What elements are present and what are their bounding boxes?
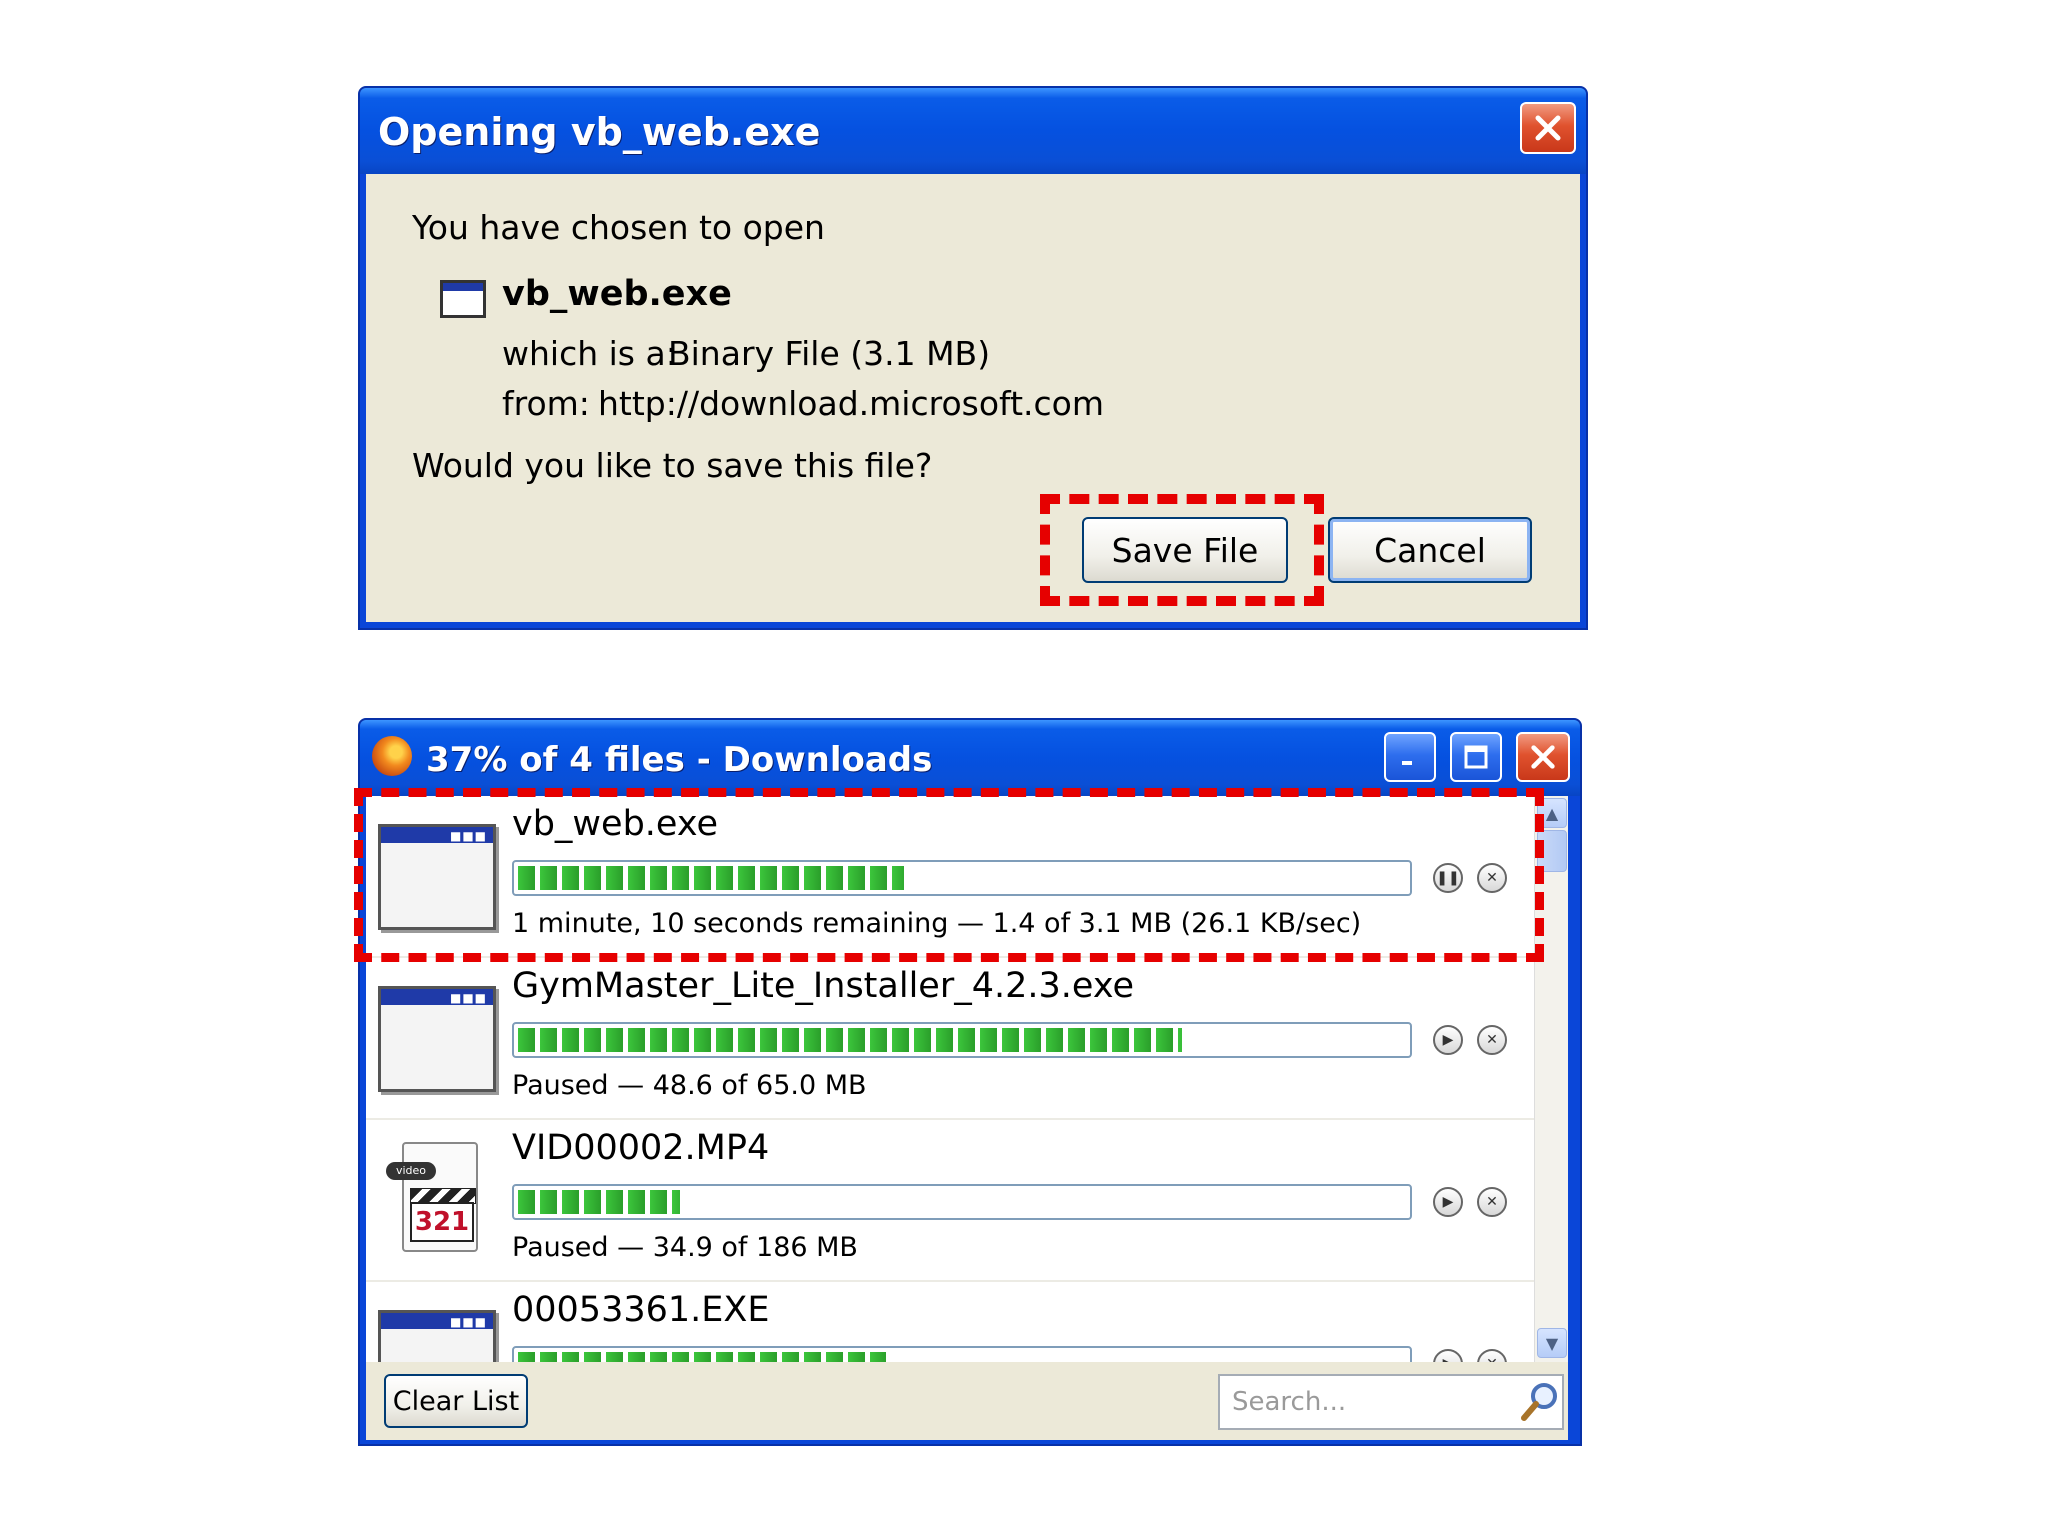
- resume-icon: ▶: [1442, 1032, 1454, 1048]
- cancel-icon: ✕: [1486, 870, 1498, 886]
- firefox-icon: [372, 736, 412, 776]
- file-source-label: from:: [502, 384, 590, 423]
- download-progress-fill: [518, 1190, 681, 1214]
- scroll-down-button[interactable]: ▼: [1537, 1328, 1567, 1358]
- exe-icon: ■■■: [378, 986, 496, 1092]
- download-name: VID00002.MP4: [512, 1128, 770, 1168]
- cancel-download-button[interactable]: ✕: [1477, 1025, 1507, 1055]
- cancel-download-button[interactable]: ✕: [1477, 1187, 1507, 1217]
- download-name: vb_web.exe: [512, 804, 719, 844]
- downloads-window: 37% of 4 files - Downloads ■■■ vb_web.ex…: [358, 718, 1582, 1446]
- dialog-close-button[interactable]: [1520, 102, 1576, 154]
- cancel-button[interactable]: Cancel: [1328, 517, 1532, 583]
- download-progress-fill: [518, 1352, 887, 1362]
- minimize-button[interactable]: [1384, 732, 1436, 782]
- download-item[interactable]: ■■■ vb_web.exe 1 minute, 10 seconds rema…: [366, 796, 1534, 958]
- pause-icon: ❚❚: [1436, 870, 1460, 886]
- chevron-down-icon: ▼: [1545, 1333, 1559, 1353]
- dialog-title: Opening vb_web.exe: [378, 110, 821, 154]
- list-scrollbar[interactable]: ▲ ▼: [1534, 796, 1568, 1362]
- cancel-download-button[interactable]: ✕: [1477, 1349, 1507, 1362]
- file-icon: [440, 280, 486, 318]
- download-status: Paused — 48.6 of 65.0 MB: [512, 1070, 867, 1101]
- dialog-titlebar[interactable]: Opening vb_web.exe: [360, 88, 1586, 174]
- download-name: GymMaster_Lite_Installer_4.2.3.exe: [512, 966, 1134, 1006]
- download-progress-bar: [512, 1022, 1412, 1058]
- downloads-close-button[interactable]: [1516, 732, 1570, 782]
- close-icon: [1531, 745, 1555, 769]
- downloads-footer: Clear List Search...: [366, 1362, 1568, 1440]
- download-name: 00053361.EXE: [512, 1290, 770, 1330]
- search-icon[interactable]: [1518, 1380, 1562, 1424]
- dialog-filename: vb_web.exe: [502, 274, 732, 314]
- video-digits: 321: [410, 1202, 474, 1242]
- download-progress-bar: [512, 1184, 1412, 1220]
- cancel-icon: ✕: [1486, 1194, 1498, 1210]
- minimize-icon: [1402, 761, 1412, 765]
- exe-icon: ■■■: [378, 1310, 496, 1362]
- download-progress-bar: [512, 1346, 1412, 1362]
- scroll-up-button[interactable]: ▲: [1537, 798, 1567, 828]
- chevron-up-icon: ▲: [1545, 803, 1559, 823]
- downloads-title: 37% of 4 files - Downloads: [426, 740, 933, 780]
- download-item[interactable]: video 321 VID00002.MP4 Paused — 34.9 of …: [366, 1120, 1534, 1282]
- download-status: Paused — 34.9 of 186 MB: [512, 1232, 858, 1263]
- dialog-body: You have chosen to open vb_web.exe which…: [366, 174, 1580, 622]
- resume-button[interactable]: ▶: [1433, 1025, 1463, 1055]
- download-item[interactable]: ■■■ 00053361.EXE ▶ ✕: [366, 1282, 1534, 1362]
- resume-button[interactable]: ▶: [1433, 1187, 1463, 1217]
- cancel-icon: ✕: [1486, 1032, 1498, 1048]
- download-status: 1 minute, 10 seconds remaining — 1.4 of …: [512, 908, 1362, 939]
- exe-icon: ■■■: [378, 824, 496, 930]
- search-input[interactable]: Search...: [1218, 1374, 1564, 1430]
- cancel-download-button[interactable]: ✕: [1477, 863, 1507, 893]
- maximize-button[interactable]: [1450, 732, 1502, 782]
- file-type-value: Binary File (3.1 MB): [668, 334, 991, 373]
- clear-list-button[interactable]: Clear List: [384, 1374, 528, 1428]
- download-list[interactable]: ■■■ vb_web.exe 1 minute, 10 seconds rema…: [366, 796, 1534, 1362]
- file-source-value: http://download.microsoft.com: [598, 384, 1104, 423]
- dialog-intro: You have chosen to open: [412, 208, 825, 247]
- save-file-button[interactable]: Save File: [1082, 517, 1288, 583]
- download-progress-fill: [518, 866, 905, 890]
- opening-file-dialog: Opening vb_web.exe You have chosen to op…: [358, 86, 1588, 630]
- resume-button[interactable]: ▶: [1433, 1349, 1463, 1362]
- dialog-question: Would you like to save this file?: [412, 446, 933, 485]
- video-file-icon: video 321: [386, 1142, 482, 1254]
- downloads-titlebar[interactable]: 37% of 4 files - Downloads: [360, 720, 1580, 796]
- scroll-thumb[interactable]: [1537, 830, 1567, 872]
- resume-icon: ▶: [1442, 1194, 1454, 1210]
- download-progress-fill: [518, 1028, 1182, 1052]
- download-item[interactable]: ■■■ GymMaster_Lite_Installer_4.2.3.exe P…: [366, 958, 1534, 1120]
- video-tag-label: video: [386, 1162, 436, 1180]
- download-progress-bar: [512, 860, 1412, 896]
- close-icon: [1535, 115, 1561, 141]
- maximize-icon: [1464, 745, 1488, 769]
- pause-button[interactable]: ❚❚: [1433, 863, 1463, 893]
- file-type-label: which is a:: [502, 334, 677, 373]
